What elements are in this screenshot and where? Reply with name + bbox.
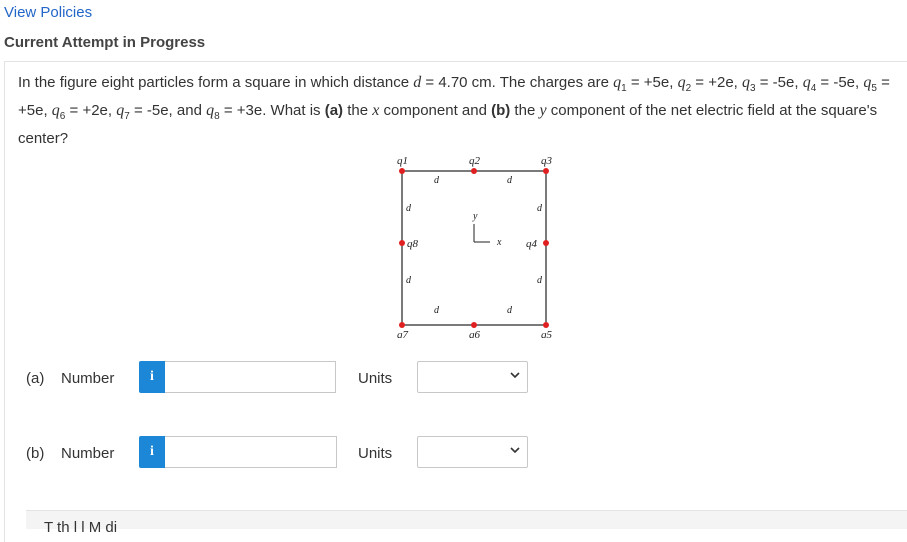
charge-q2-label: q2 (469, 155, 481, 167)
textbook-media-bar[interactable]: T th l l M di (26, 510, 907, 536)
x-axis-label: x (496, 237, 502, 248)
chevron-down-icon (510, 445, 520, 458)
part-b-units-select[interactable] (417, 436, 528, 468)
distance-label-left-lower: d (406, 275, 412, 286)
charge-q4-dot (543, 240, 549, 246)
part-a-number-input[interactable] (165, 361, 336, 393)
charge-q5-label: q5 (541, 329, 553, 338)
square-outline (401, 170, 547, 326)
distance-label-top-right: d (507, 175, 513, 186)
view-policies-link[interactable]: View Policies (4, 4, 92, 21)
charge-q1-dot (399, 168, 405, 174)
part-a-label: (a) (26, 370, 45, 387)
charge-square-figure: y x q1 q2 q3 q4 q5 q6 q7 q8 d d d d d d … (380, 148, 570, 343)
part-a-units-select[interactable] (417, 361, 528, 393)
charge-q7-dot (399, 322, 405, 328)
charge-q3-label: q3 (541, 155, 553, 167)
charge-q4-label: q4 (526, 238, 538, 250)
distance-label-bottom-left: d (434, 305, 440, 316)
charge-q2-dot (471, 168, 477, 174)
distance-label-left-upper: d (406, 203, 412, 214)
chevron-down-icon (510, 370, 520, 383)
distance-label-right-upper: d (537, 203, 543, 214)
part-b-number-input[interactable] (165, 436, 337, 468)
charge-q8-label: q8 (407, 238, 419, 250)
charge-square-diagram: y x q1 q2 q3 q4 q5 q6 q7 q8 d d d d d d … (397, 155, 553, 341)
charge-q1-label: q1 (397, 155, 408, 167)
part-a-number-label: Number (61, 370, 115, 387)
charge-q5-dot (543, 322, 549, 328)
distance-label-right-lower: d (537, 275, 543, 286)
charge-q6-dot (471, 322, 477, 328)
part-b-label: (b) (26, 445, 45, 462)
distance-label-bottom-right: d (507, 305, 513, 316)
question-text: In the figure eight particles form a squ… (18, 74, 890, 147)
part-b-number-label: Number (61, 445, 115, 462)
charge-q8-dot (399, 240, 405, 246)
part-b-info-icon[interactable]: i (139, 436, 165, 468)
attempt-status-heading: Current Attempt in Progress (4, 34, 206, 51)
distance-label-top-left: d (434, 175, 440, 186)
y-axis-label: y (472, 211, 478, 222)
part-a-info-icon[interactable]: i (139, 361, 165, 393)
part-a-units-label: Units (358, 370, 393, 387)
charge-q6-label: q6 (469, 329, 481, 338)
charge-q7-label: q7 (397, 329, 409, 338)
part-b-units-label: Units (358, 445, 393, 462)
charge-q3-dot (543, 168, 549, 174)
